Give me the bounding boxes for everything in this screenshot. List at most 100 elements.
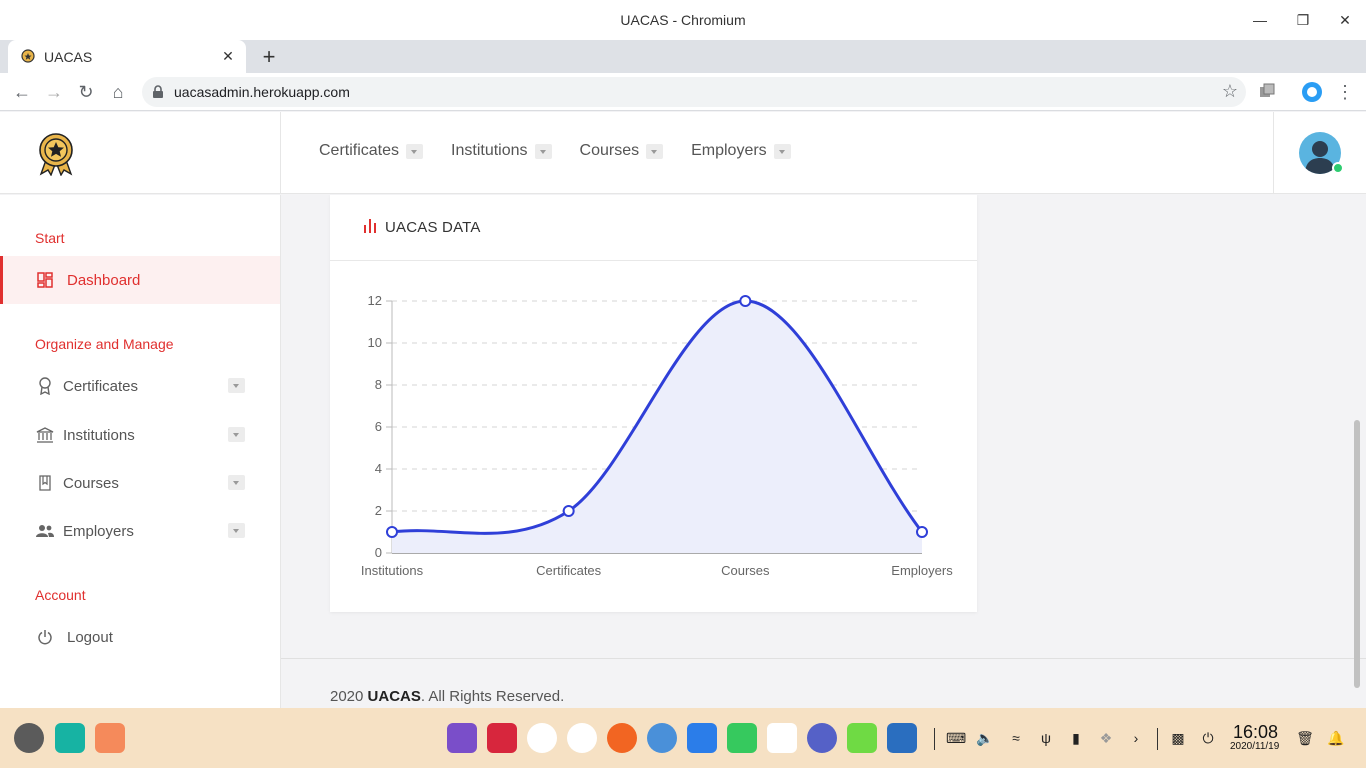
window-titlebar: UACAS - Chromium — ❐ ✕: [0, 0, 1366, 40]
mongodb-icon[interactable]: [527, 723, 557, 753]
y-tick-label: 4: [375, 461, 382, 476]
lock-icon: [153, 85, 163, 98]
url-text: uacasadmin.herokuapp.com: [174, 84, 350, 100]
close-window-button[interactable]: ✕: [1335, 10, 1355, 30]
forward-icon[interactable]: →: [42, 80, 66, 104]
power-icon: [35, 627, 55, 647]
goland-icon[interactable]: [447, 723, 477, 753]
terminal-icon[interactable]: [487, 723, 517, 753]
bluetooth-icon[interactable]: ❖: [1096, 728, 1116, 748]
logo-cell: [0, 112, 281, 194]
medal-favicon-icon: [21, 49, 35, 63]
clock-date: 2020/11/19: [1230, 741, 1280, 752]
topnav-institutions[interactable]: Institutions: [451, 142, 552, 160]
footer-divider: [281, 658, 1366, 659]
battery-icon[interactable]: ▮: [1066, 728, 1086, 748]
tab-strip: UACAS ✕ +: [0, 40, 1366, 73]
top-navigation: Certificates Institutions Courses Employ…: [319, 142, 819, 160]
y-tick-label: 8: [375, 377, 382, 392]
volume-icon[interactable]: 🔈: [975, 728, 995, 748]
upwork-icon[interactable]: [847, 723, 877, 753]
caret-down-icon: [228, 427, 245, 442]
clock-time: 16:08: [1233, 722, 1279, 742]
wifi-icon[interactable]: ≈: [1006, 728, 1026, 748]
topnav-employers[interactable]: Employers: [691, 142, 791, 160]
keyboard-layout-icon[interactable]: ▩: [1168, 728, 1188, 748]
sidebar-item-label: Logout: [67, 628, 113, 646]
book-icon: [35, 473, 55, 493]
new-tab-button[interactable]: +: [258, 46, 280, 68]
footer-rights: . All Rights Reserved.: [420, 688, 565, 705]
topnav-certificates[interactable]: Certificates: [319, 142, 424, 160]
avatar-cell: [1273, 112, 1366, 194]
section-account-title: Account: [35, 587, 86, 603]
profile-extension-icon[interactable]: [1301, 81, 1323, 103]
settings-wheel-icon[interactable]: [807, 723, 837, 753]
data-point: [386, 526, 398, 538]
y-tick-label: 0: [375, 545, 382, 560]
caret-down-icon: [534, 143, 552, 159]
keyboard-icon[interactable]: ⌨: [946, 728, 966, 748]
power-tray-icon[interactable]: ⏻: [1198, 728, 1218, 748]
chart-card: UACAS DATA 0 2 4 6 8 10 12 Institutions Certific…: [330, 195, 977, 612]
home-icon[interactable]: ⌂: [106, 80, 130, 104]
section-start-title: Start: [35, 230, 65, 246]
footer-copyright: 2020 UACAS. All Rights Reserved.: [330, 688, 564, 705]
app-grid-icon[interactable]: [95, 723, 125, 753]
store-icon[interactable]: [687, 723, 717, 753]
sidebar-item-institutions[interactable]: Institutions: [0, 411, 280, 459]
notification-bell-icon[interactable]: 🔔: [1326, 728, 1346, 748]
back-icon[interactable]: ←: [10, 80, 34, 104]
files-app-icon[interactable]: [55, 723, 85, 753]
sidebar-item-dashboard[interactable]: Dashboard: [0, 256, 280, 304]
reload-icon[interactable]: ↻: [74, 80, 98, 104]
online-status-dot: [1332, 162, 1344, 174]
topnav-label: Employers: [691, 142, 767, 159]
minimize-button[interactable]: —: [1250, 10, 1270, 30]
series-area: [392, 301, 922, 553]
award-icon: [35, 376, 55, 396]
close-tab-icon[interactable]: ✕: [218, 46, 238, 66]
address-bar[interactable]: uacasadmin.herokuapp.com ☆: [142, 77, 1246, 107]
data-point: [916, 526, 928, 538]
caret-down-icon: [228, 523, 245, 538]
page-scrollbar[interactable]: [1354, 420, 1360, 688]
vscode-icon[interactable]: [887, 723, 917, 753]
extension-icon[interactable]: [1256, 81, 1278, 103]
caret-down-icon: [646, 143, 664, 159]
sidebar-item-label: Certificates: [63, 377, 139, 395]
sidebar-item-logout[interactable]: Logout: [0, 613, 280, 661]
menu-kebab-icon[interactable]: ⋮: [1333, 80, 1357, 104]
sidebar: Start Dashboard Organize and Manage Cert…: [0, 195, 281, 708]
postman-icon[interactable]: [607, 723, 637, 753]
x-tick-label: Institutions: [361, 563, 424, 578]
chevron-right-icon[interactable]: ›: [1126, 728, 1146, 748]
browser-tab[interactable]: UACAS ✕: [8, 40, 246, 73]
y-tick-label: 12: [368, 293, 382, 308]
y-tick-label: 2: [375, 503, 382, 518]
launcher-icon[interactable]: [14, 723, 44, 753]
chromium-icon[interactable]: [647, 723, 677, 753]
bookmark-star-icon[interactable]: ☆: [1222, 81, 1238, 102]
trash-icon[interactable]: 🗑: [1295, 728, 1315, 748]
android-studio-icon[interactable]: [567, 723, 597, 753]
music-icon[interactable]: [727, 723, 757, 753]
medal-logo-icon[interactable]: [36, 132, 76, 176]
sidebar-item-label: Courses: [63, 474, 119, 492]
area-chart: 0 2 4 6 8 10 12 Institutions Certificates Courses…: [361, 293, 953, 578]
sidebar-item-label: Institutions: [63, 426, 135, 444]
sidebar-item-certificates[interactable]: Certificates: [0, 362, 280, 410]
sidebar-item-courses[interactable]: Courses: [0, 459, 280, 507]
calendar-icon[interactable]: [767, 723, 797, 753]
caret-down-icon: [228, 378, 245, 393]
browser-toolbar: ← → ↻ ⌂ uacasadmin.herokuapp.com ☆ ⋮: [0, 73, 1366, 111]
sidebar-item-employers[interactable]: Employers: [0, 507, 280, 555]
topnav-courses[interactable]: Courses: [580, 142, 664, 160]
people-icon: [35, 521, 55, 541]
usb-icon[interactable]: ψ: [1036, 728, 1056, 748]
app-header: Certificates Institutions Courses Employ…: [0, 112, 1366, 194]
dashboard-icon: [35, 270, 55, 290]
tray-divider: [934, 728, 935, 750]
window-title: UACAS - Chromium: [620, 12, 746, 28]
maximize-button[interactable]: ❐: [1293, 10, 1313, 30]
